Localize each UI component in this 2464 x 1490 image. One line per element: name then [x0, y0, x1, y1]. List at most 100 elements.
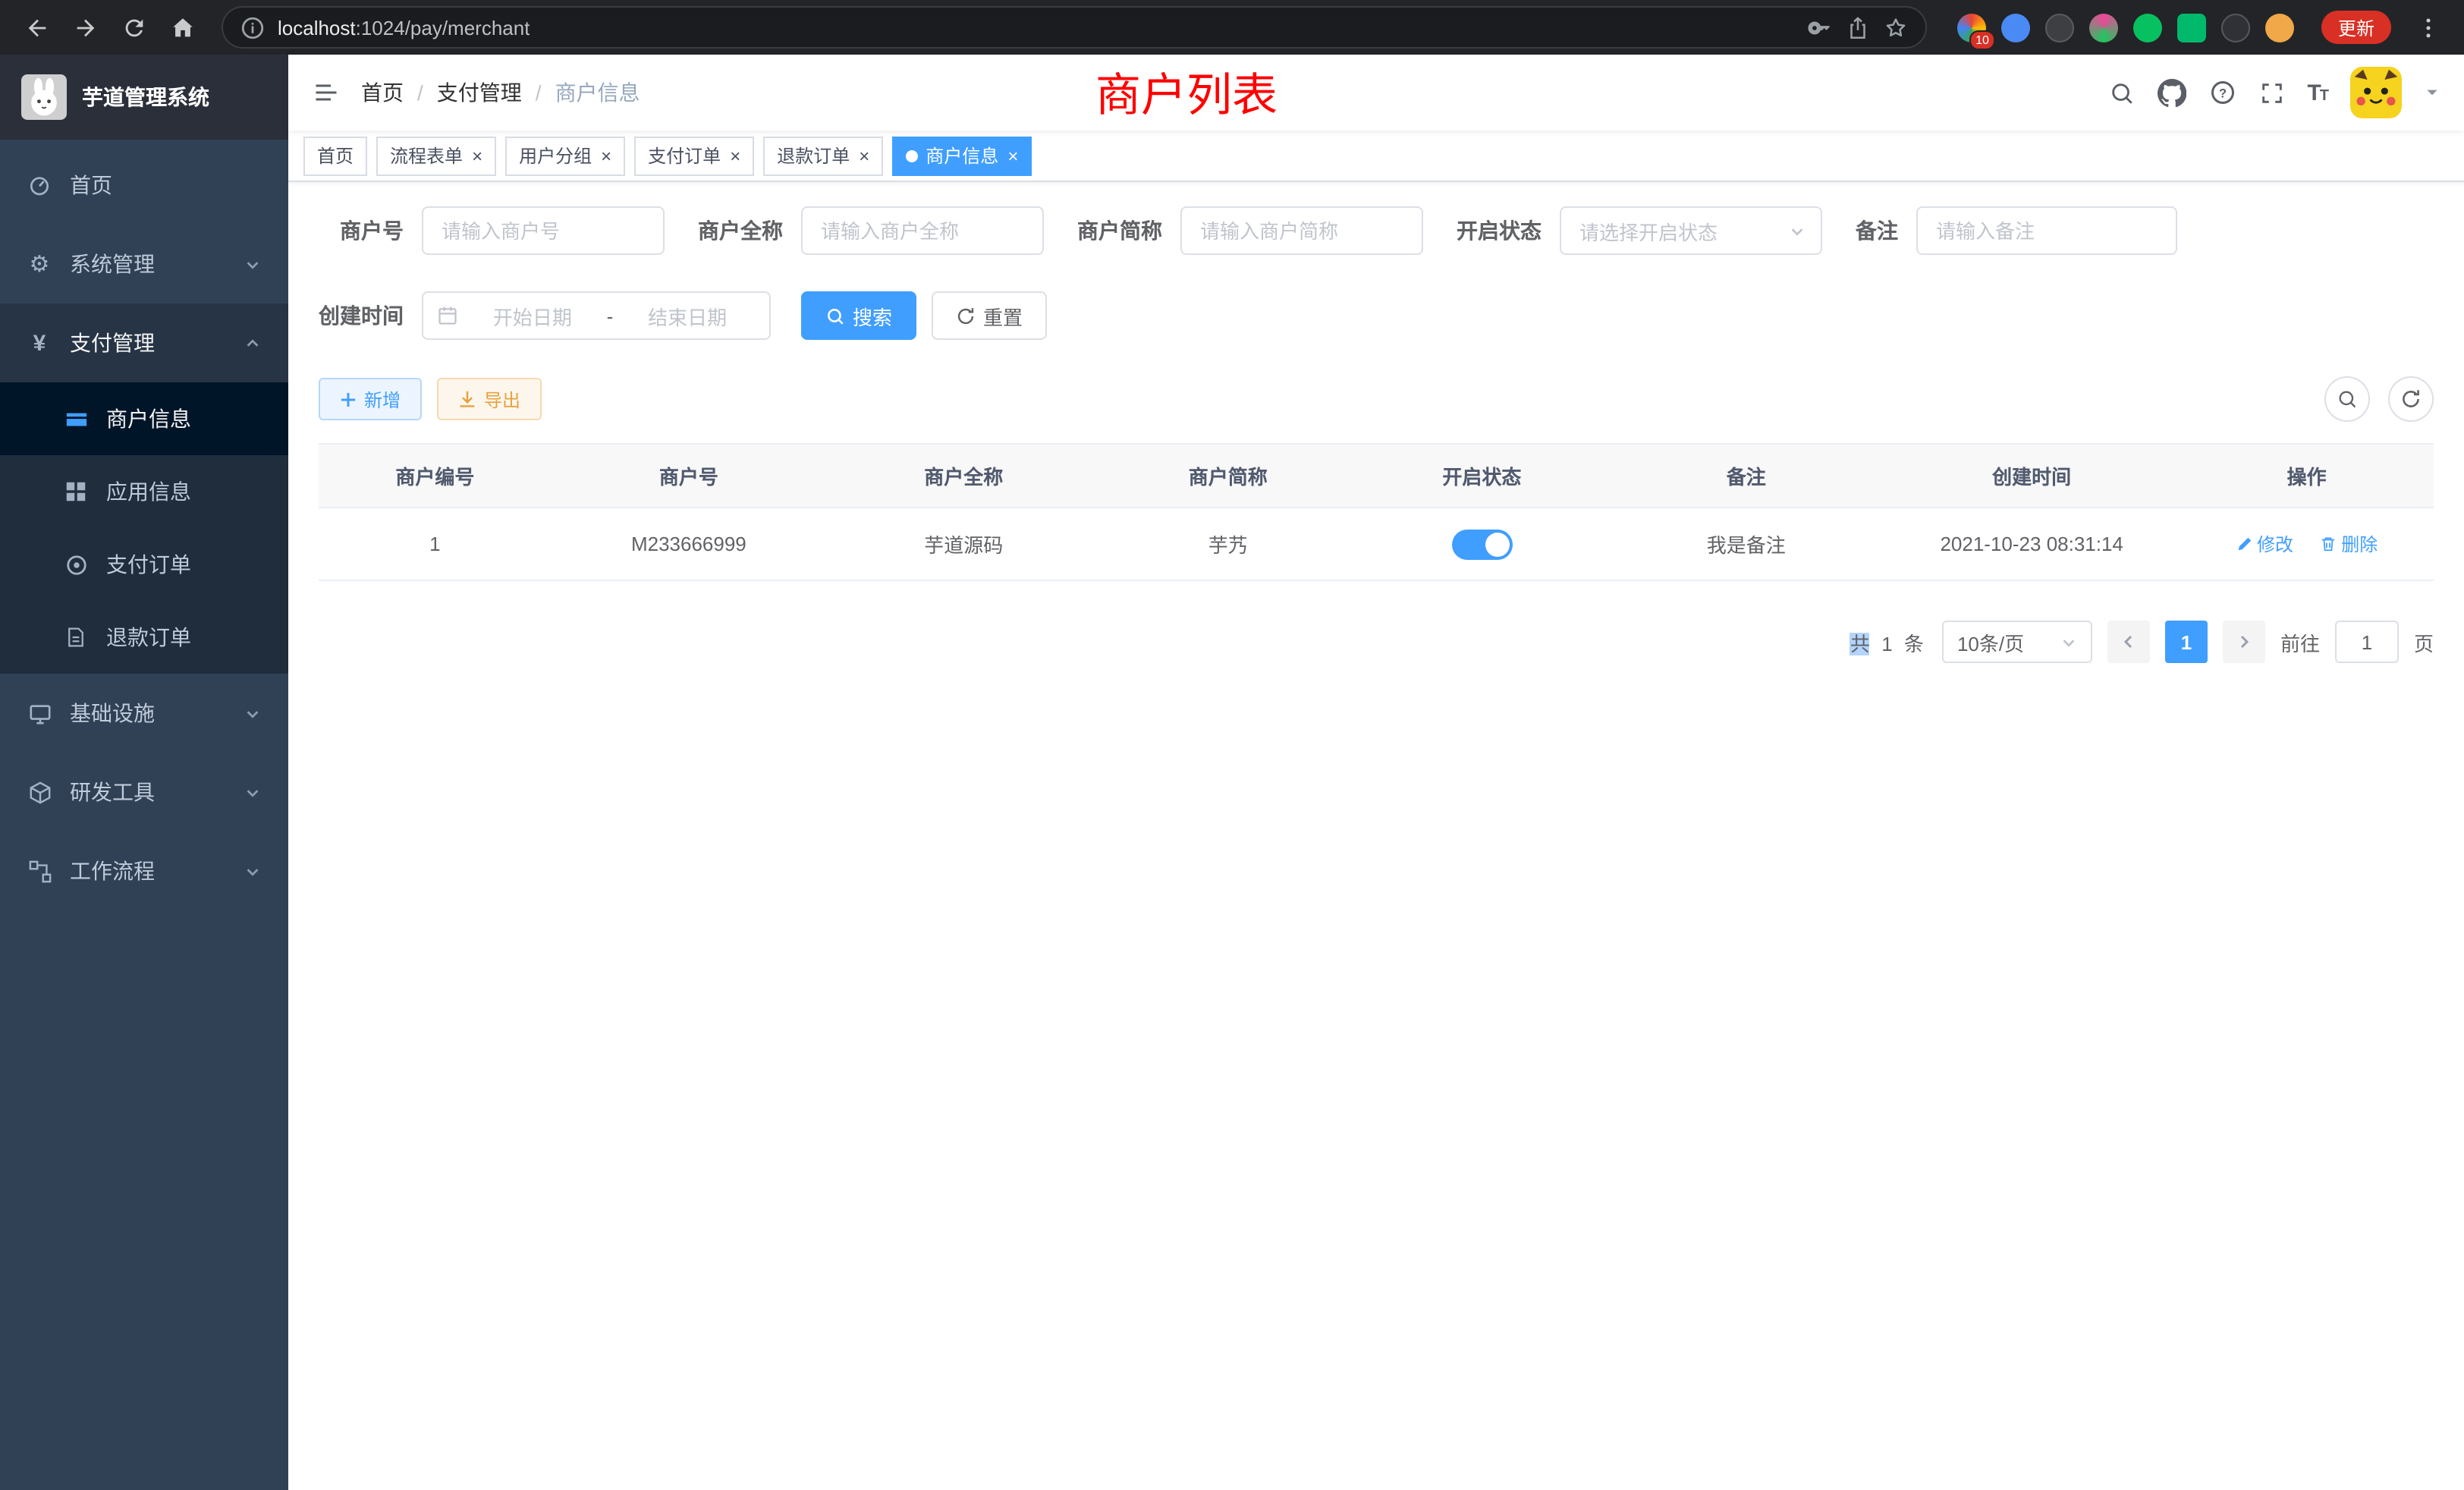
table-header-row: 商户编号 商户号 商户全称 商户简称 开启状态 备注 创建时间 操作 — [319, 444, 2434, 508]
page-size-select[interactable]: 10条/页 — [1942, 621, 2092, 663]
tab-label: 流程表单 — [390, 143, 463, 168]
sidebar-item-app-info[interactable]: 应用信息 — [0, 455, 288, 528]
help-icon[interactable]: ? — [2208, 79, 2236, 106]
extension-icon[interactable] — [2133, 13, 2162, 42]
target-icon — [64, 552, 88, 577]
cell-merchant-no: M233666999 — [552, 508, 826, 580]
forward-button[interactable] — [64, 6, 106, 49]
chevron-up-icon — [244, 335, 261, 351]
github-icon[interactable] — [2157, 78, 2186, 107]
breadcrumb-item[interactable]: 支付管理 — [437, 77, 522, 108]
status-label: 开启状态 — [1457, 215, 1560, 246]
box-icon — [27, 780, 52, 804]
refresh-icon — [956, 306, 976, 325]
cell-full-name: 芋道源码 — [826, 508, 1101, 580]
export-button[interactable]: 导出 — [437, 378, 542, 420]
next-page-button[interactable] — [2223, 621, 2265, 663]
search-button-label: 搜索 — [853, 301, 892, 330]
browser-menu-button[interactable] — [2406, 6, 2449, 49]
document-icon — [64, 625, 88, 649]
extension-icon[interactable] — [2089, 13, 2118, 42]
create-time-range-picker[interactable]: 开始日期 - 结束日期 — [422, 291, 771, 340]
extension-icon[interactable] — [2221, 13, 2250, 42]
tab-close-icon[interactable]: × — [859, 146, 869, 165]
sidebar-item-pay-order[interactable]: 支付订单 — [0, 528, 288, 601]
status-toggle[interactable] — [1451, 529, 1512, 559]
address-bar[interactable]: localhost:1024/pay/merchant — [222, 6, 1927, 49]
tab-close-icon[interactable]: × — [601, 146, 611, 165]
bookmark-star-icon[interactable] — [1883, 14, 1909, 40]
top-navbar: 首页 / 支付管理 / 商户信息 ? TT — [288, 55, 2464, 130]
password-key-icon[interactable] — [1807, 14, 1833, 40]
home-button[interactable] — [161, 6, 203, 49]
header-search-icon[interactable] — [2108, 80, 2134, 105]
extension-icon[interactable] — [2045, 13, 2074, 42]
page-content: 商户号 商户全称 商户简称 开启状态 请选择开启状态 — [288, 182, 2464, 1490]
merchant-no-input[interactable] — [422, 206, 665, 255]
sidebar-item-merchant-info[interactable]: 商户信息 — [0, 382, 288, 455]
cell-remark: 我是备注 — [1609, 508, 1884, 580]
table-toolbar: 新增 导出 — [319, 376, 2434, 422]
browser-update-button[interactable]: 更新 — [2321, 11, 2391, 44]
breadcrumb-item[interactable]: 首页 — [361, 77, 404, 108]
page-number-button[interactable]: 1 — [2165, 621, 2208, 663]
status-select-placeholder: 请选择开启状态 — [1579, 216, 1718, 245]
column-header-create-time: 创建时间 — [1884, 444, 2180, 508]
extensions-area: 10 — [1957, 13, 2294, 42]
toggle-search-button[interactable] — [2324, 376, 2370, 422]
tab-user-group[interactable]: 用户分组 × — [505, 136, 625, 175]
tab-merchant-info[interactable]: 商户信息 × — [892, 136, 1032, 175]
tab-pay-order[interactable]: 支付订单 × — [634, 136, 754, 175]
delete-button[interactable]: 删除 — [2320, 531, 2378, 557]
sidebar-item-workflow[interactable]: 工作流程 — [0, 831, 288, 910]
add-button[interactable]: 新增 — [319, 378, 422, 420]
sidebar-toggle-button[interactable] — [313, 79, 340, 106]
tab-home[interactable]: 首页 — [303, 136, 367, 175]
reset-button[interactable]: 重置 — [932, 291, 1047, 340]
share-icon[interactable] — [1845, 14, 1871, 40]
back-button[interactable] — [15, 6, 58, 49]
tab-process-form[interactable]: 流程表单 × — [376, 136, 496, 175]
user-avatar[interactable] — [2350, 67, 2402, 118]
prev-page-button[interactable] — [2107, 621, 2150, 663]
sidebar-item-refund-order[interactable]: 退款订单 — [0, 601, 288, 674]
tab-label: 退款订单 — [777, 143, 850, 168]
extension-icon[interactable] — [2265, 13, 2294, 42]
column-header-no: 商户编号 — [319, 444, 552, 508]
tab-label: 商户信息 — [926, 143, 998, 168]
date-end-placeholder: 结束日期 — [619, 301, 756, 330]
site-info-icon[interactable] — [240, 14, 266, 40]
goto-page-input[interactable] — [2335, 621, 2399, 663]
sidebar-item-home[interactable]: 首页 — [0, 146, 288, 225]
dashboard-icon — [27, 173, 52, 197]
page-size-label: 10条/页 — [1957, 627, 2024, 656]
search-button[interactable]: 搜索 — [801, 291, 916, 340]
remark-input[interactable] — [1916, 206, 2177, 255]
tab-refund-order[interactable]: 退款订单 × — [763, 136, 883, 175]
sidebar-item-payment[interactable]: ¥ 支付管理 — [0, 303, 288, 382]
navbar-actions: ? TT — [2108, 67, 2440, 118]
tab-close-icon[interactable]: × — [1007, 146, 1018, 165]
refresh-table-button[interactable] — [2388, 376, 2434, 422]
app-logo[interactable]: 芋道管理系统 — [0, 55, 288, 140]
caret-down-icon[interactable] — [2425, 85, 2440, 100]
fullscreen-icon[interactable] — [2258, 80, 2284, 105]
tab-close-icon[interactable]: × — [472, 146, 482, 165]
status-select[interactable]: 请选择开启状态 — [1560, 206, 1822, 255]
reload-button[interactable] — [112, 6, 155, 49]
tags-view-bar: 首页 流程表单 × 用户分组 × 支付订单 × 退款订单 × — [288, 130, 2464, 182]
extension-icon[interactable] — [2177, 13, 2206, 42]
full-name-input[interactable] — [801, 206, 1044, 255]
sidebar-item-infrastructure[interactable]: 基础设施 — [0, 674, 288, 753]
short-name-input[interactable] — [1180, 206, 1423, 255]
breadcrumb: 首页 / 支付管理 / 商户信息 — [361, 77, 640, 108]
tab-close-icon[interactable]: × — [730, 146, 740, 165]
sidebar-item-system[interactable]: ⚙ 系统管理 — [0, 225, 288, 303]
sidebar-item-dev-tools[interactable]: 研发工具 — [0, 753, 288, 831]
edit-button[interactable]: 修改 — [2236, 531, 2293, 557]
sidebar-menu: 首页 ⚙ 系统管理 ¥ 支付管理 商户信息 — [0, 140, 288, 910]
extension-icon[interactable] — [2001, 13, 2030, 42]
extension-icon[interactable]: 10 — [1957, 13, 1986, 42]
add-button-label: 新增 — [364, 386, 401, 412]
font-size-icon[interactable]: TT — [2307, 80, 2327, 105]
